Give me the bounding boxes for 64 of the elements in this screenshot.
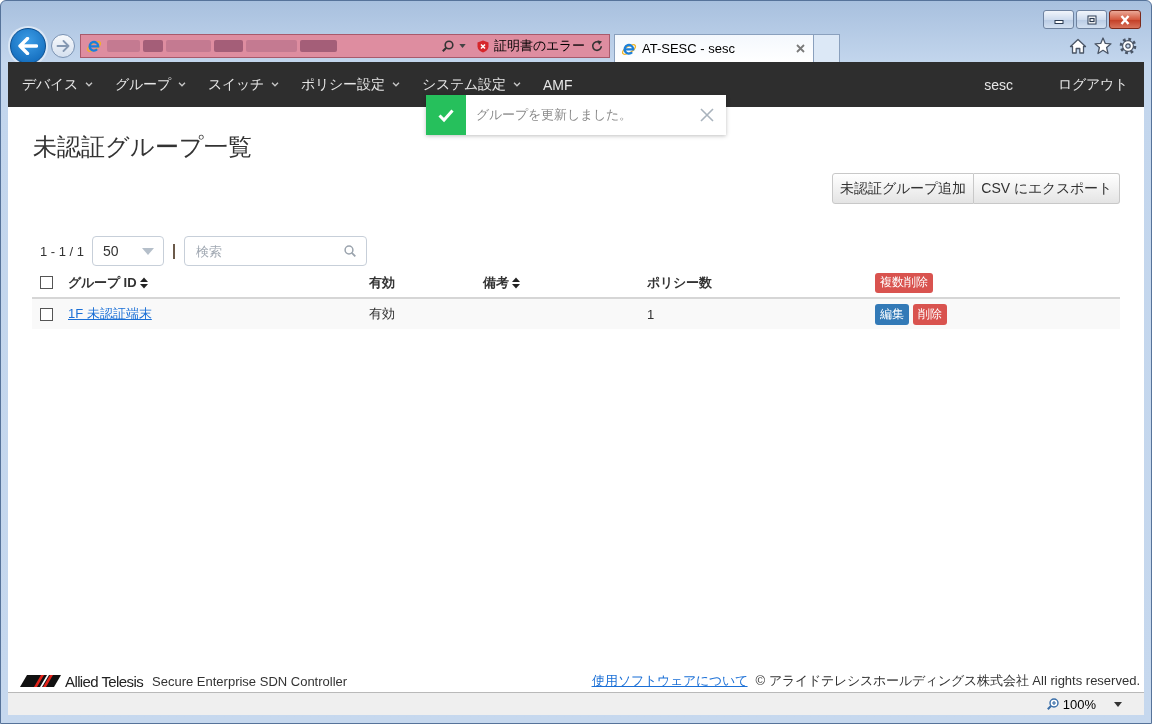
minimize-button[interactable] bbox=[1043, 10, 1074, 29]
export-csv-button[interactable]: CSV にエクスポート bbox=[974, 173, 1120, 204]
nav-link[interactable]: AMF bbox=[532, 76, 584, 93]
nav-menu[interactable]: スイッチ bbox=[197, 75, 290, 94]
toast-message: グループを更新しました。 bbox=[476, 106, 633, 124]
chevron-down-icon bbox=[392, 82, 400, 87]
right-arrow-icon bbox=[56, 40, 70, 52]
certificate-error-button[interactable]: 証明書のエラー bbox=[477, 37, 585, 55]
search-icon[interactable] bbox=[344, 245, 357, 257]
edit-button[interactable]: 編集 bbox=[875, 303, 909, 325]
table-cell: 有効 bbox=[361, 298, 475, 329]
chevron-down-icon bbox=[85, 82, 93, 87]
close-icon[interactable] bbox=[796, 44, 805, 53]
e-logo-icon bbox=[86, 38, 102, 54]
checkbox[interactable] bbox=[40, 307, 53, 321]
browser-tab[interactable]: AT-SESC - sesc bbox=[614, 34, 814, 62]
search-icon[interactable] bbox=[442, 40, 454, 52]
caret-icon[interactable] bbox=[1114, 701, 1122, 707]
star-icon[interactable] bbox=[1094, 37, 1112, 55]
shield-x-icon bbox=[477, 39, 489, 53]
address-bar[interactable]: 証明書のエラー bbox=[80, 34, 610, 58]
nav-menu[interactable]: グループ bbox=[104, 75, 197, 94]
user-name: sesc bbox=[984, 76, 1013, 93]
delete-button[interactable]: 削除 bbox=[913, 303, 947, 325]
copyright-text: © アライドテレシスホールディングス株式会社 All rights reserved. bbox=[755, 672, 1140, 690]
sort-icon bbox=[512, 276, 520, 289]
left-arrow-icon bbox=[18, 37, 38, 55]
zoom-icon bbox=[1046, 698, 1059, 710]
sortable-column-header[interactable]: グループ ID bbox=[68, 273, 148, 292]
chevron-down-icon bbox=[178, 82, 186, 87]
nav-menu[interactable]: ポリシー設定 bbox=[290, 75, 411, 94]
zoom-button[interactable]: 100% bbox=[1046, 696, 1096, 712]
nav-menu[interactable]: システム設定 bbox=[411, 75, 532, 94]
add-group-button[interactable]: 未認証グループ追加 bbox=[832, 173, 975, 204]
software-info-link[interactable]: 使用ソフトウェアについて bbox=[591, 672, 748, 690]
close-button[interactable] bbox=[1109, 10, 1141, 29]
search-field[interactable]: 検索 bbox=[184, 236, 368, 266]
sortable-column-header[interactable]: 備考 bbox=[483, 273, 520, 292]
maximize-button[interactable] bbox=[1076, 10, 1107, 29]
logout-link[interactable]: ログアウト bbox=[1058, 75, 1128, 94]
logo-text: Allied Telesis bbox=[65, 672, 144, 690]
bulk-delete-button[interactable]: 複数削除 bbox=[875, 272, 933, 293]
home-icon[interactable] bbox=[1069, 37, 1087, 55]
page-range-text: 1 - 1 / 1 bbox=[40, 243, 85, 259]
maximize-icon bbox=[1085, 14, 1098, 25]
column-header: ポリシー数 bbox=[647, 273, 712, 292]
forward-button[interactable] bbox=[51, 34, 75, 58]
settings-icon[interactable] bbox=[1119, 37, 1137, 55]
back-button[interactable] bbox=[10, 28, 46, 64]
chevron-down-icon bbox=[513, 82, 521, 87]
logo-icon bbox=[20, 675, 61, 687]
product-name: Secure Enterprise SDN Controller bbox=[152, 673, 348, 689]
chevron-down-icon bbox=[271, 82, 279, 87]
refresh-icon[interactable] bbox=[591, 40, 603, 52]
table-cell: 1 bbox=[639, 298, 867, 329]
column-header: 有効 bbox=[369, 273, 395, 292]
nav-menu[interactable]: デバイス bbox=[11, 75, 104, 94]
sort-icon bbox=[139, 276, 148, 289]
checkbox[interactable] bbox=[40, 276, 53, 289]
close-icon bbox=[1119, 14, 1131, 25]
page-size-select[interactable]: 50 bbox=[92, 236, 165, 266]
caret-icon bbox=[142, 247, 155, 255]
page-title: 未認証グループ一覧 bbox=[33, 132, 253, 162]
group-link[interactable]: 1F 未認証端末 bbox=[68, 306, 152, 321]
